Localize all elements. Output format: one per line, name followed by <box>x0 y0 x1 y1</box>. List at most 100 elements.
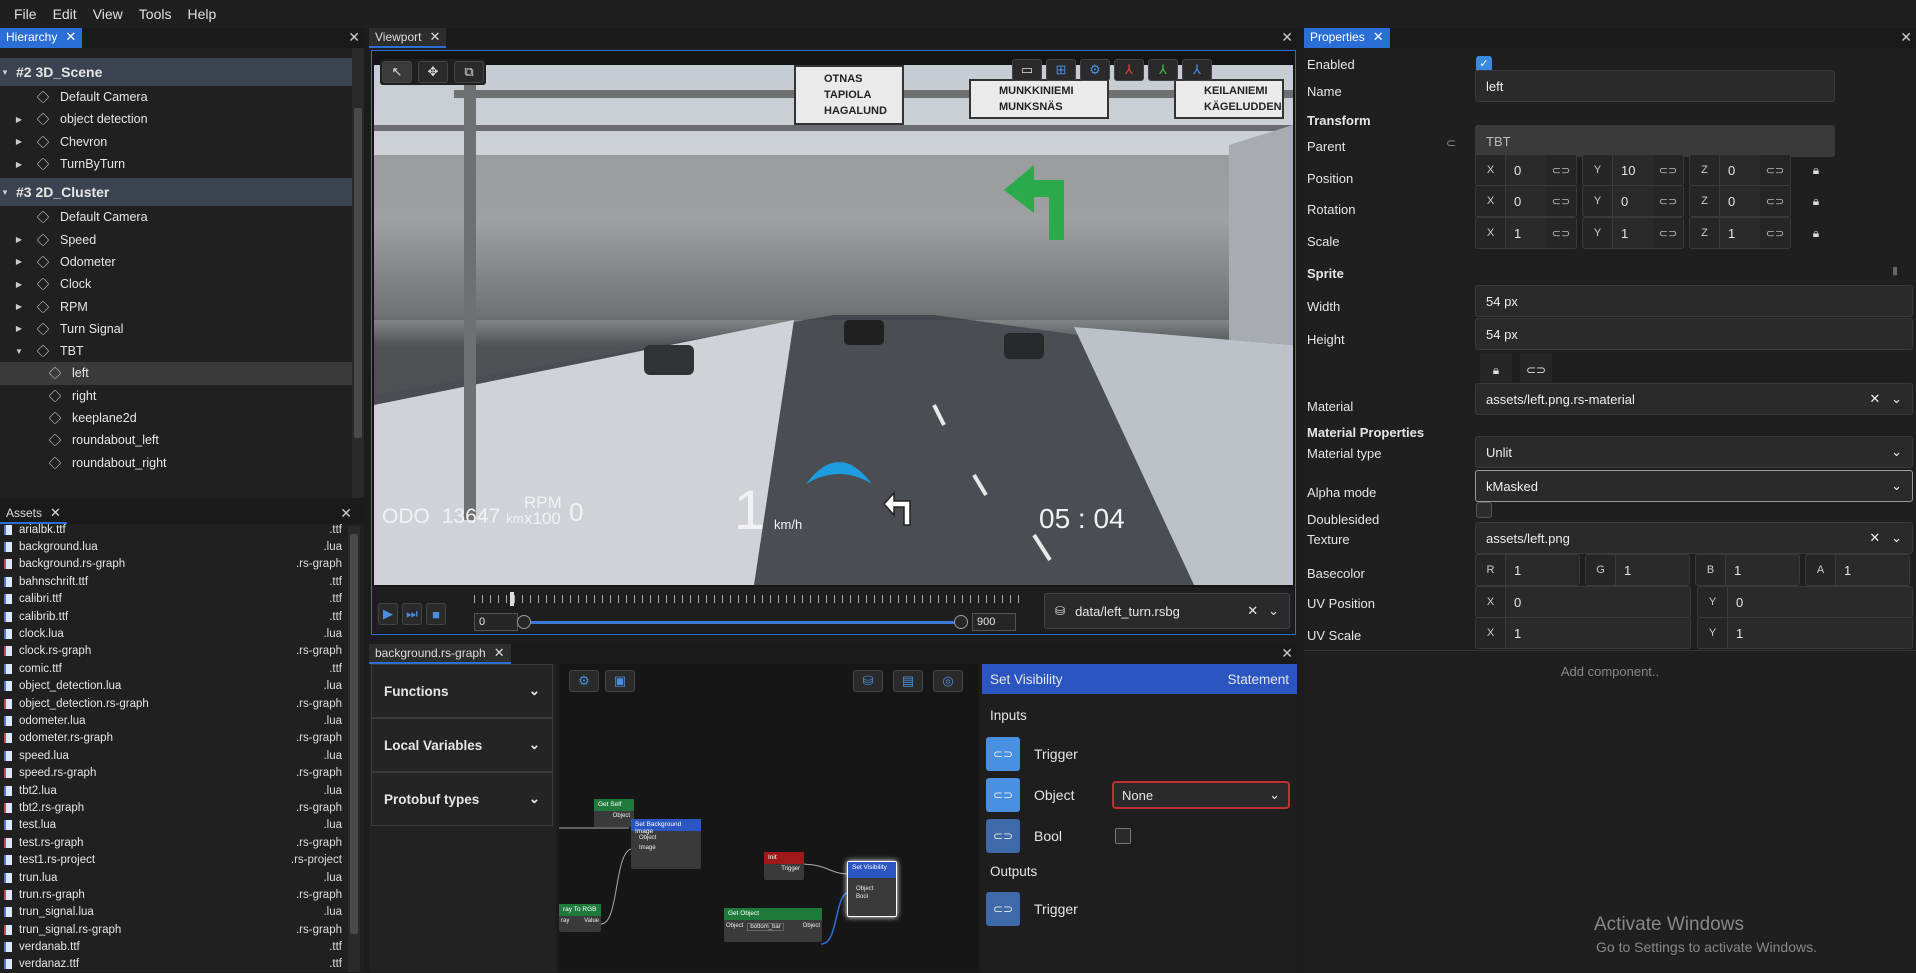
axis-value[interactable]: 1 <box>1506 555 1579 585</box>
link-icon[interactable]: ⊂⊃ <box>1546 186 1576 216</box>
play-icon[interactable]: ▶ <box>378 603 398 625</box>
uvscale-x-field[interactable]: X1 <box>1475 617 1691 649</box>
asset-item[interactable]: object_detection.lua .lua <box>0 678 364 695</box>
chevron-right-icon[interactable]: ▶ <box>14 324 24 333</box>
graph-canvas[interactable]: ⚙ ▣ ⛁ ▤ ◎ Get Self Object Set Background … <box>559 664 979 972</box>
menu-tools[interactable]: Tools <box>131 6 180 22</box>
clear-icon[interactable]: ✕ <box>1247 603 1258 619</box>
material-type-select[interactable]: Unlit ⌄ <box>1475 436 1913 468</box>
chevron-down-icon[interactable]: ⌄ <box>1268 603 1279 619</box>
asset-item[interactable]: arialbk.ttf .ttf <box>0 521 364 538</box>
position-x-field[interactable]: X 0 ⊂⊃ <box>1475 154 1577 186</box>
range-start-handle[interactable] <box>517 615 531 629</box>
node-gray-to-rgb[interactable]: ray To RGB ray Value <box>559 904 601 932</box>
asset-item[interactable]: odometer.lua .lua <box>0 712 364 729</box>
chevron-down-icon[interactable]: ▼ <box>0 188 10 197</box>
link-icon[interactable]: ⊂⊃ <box>986 778 1020 812</box>
uvpos-x-field[interactable]: X0 <box>1475 586 1691 618</box>
scale-z-field[interactable]: Z 1 ⊂⊃ <box>1689 217 1791 249</box>
tab-properties[interactable]: Properties ✕ <box>1304 28 1390 48</box>
asset-item[interactable]: odometer.rs-graph .rs-graph <box>0 730 364 747</box>
basecolor-r-field[interactable]: R1 <box>1475 554 1580 586</box>
protobuf-types-section[interactable]: Protobuf types ⌄ <box>371 772 553 826</box>
functions-section[interactable]: Functions ⌄ <box>371 664 553 718</box>
panel-close-icon[interactable]: ✕ <box>340 505 352 522</box>
tab-hierarchy[interactable]: Hierarchy ✕ <box>0 28 83 48</box>
tree-item[interactable]: ▶ Odometer <box>0 251 352 273</box>
lock-icon[interactable]: 🔒︎ <box>1800 217 1832 249</box>
close-icon[interactable]: ✕ <box>65 29 76 45</box>
height-field[interactable]: 54 px <box>1475 318 1913 350</box>
timeline-playhead[interactable] <box>510 592 514 606</box>
axis-z-icon[interactable]: ⅄ <box>1182 59 1212 81</box>
menu-edit[interactable]: Edit <box>45 6 85 22</box>
asset-item[interactable]: clock.rs-graph .rs-graph <box>0 643 364 660</box>
asset-item[interactable]: background.rs-graph .rs-graph <box>0 556 364 573</box>
tree-item[interactable]: ▼ TBT <box>0 340 352 362</box>
asset-item[interactable]: trun_signal.lua .lua <box>0 904 364 921</box>
menu-help[interactable]: Help <box>179 6 224 22</box>
link-icon[interactable]: ⊂⊃ <box>986 819 1020 853</box>
link-icon[interactable]: ⊂⊃ <box>1653 186 1683 216</box>
link-icon[interactable]: ⊂⊃ <box>1546 155 1576 185</box>
trash-icon[interactable]: ▮ <box>1892 264 1898 277</box>
assets-scrollbar[interactable] <box>348 526 360 972</box>
object-select[interactable]: None ⌄ <box>1112 781 1290 809</box>
menu-file[interactable]: File <box>6 6 45 22</box>
axis-value[interactable]: 1 <box>1613 218 1653 248</box>
link-icon[interactable]: ⊂ <box>1446 136 1456 150</box>
basecolor-b-field[interactable]: B1 <box>1695 554 1800 586</box>
asset-item[interactable]: trun.lua .lua <box>0 869 364 886</box>
axis-gizmo-icon[interactable]: ⅄ <box>1114 59 1144 81</box>
basecolor-g-field[interactable]: G1 <box>1585 554 1690 586</box>
lock-icon[interactable]: 🔒︎ <box>1800 185 1832 217</box>
link-icon[interactable]: ⊂⊃ <box>1653 155 1683 185</box>
timeline-range[interactable] <box>522 621 958 624</box>
axis-value[interactable]: 1 <box>1728 618 1912 648</box>
camera-scene[interactable]: OTNAS TAPIOLA HAGALUND MUNKKINIEMI MUNKS… <box>374 65 1293 585</box>
menu-view[interactable]: View <box>85 6 131 22</box>
asset-item[interactable]: background.lua .lua <box>0 538 364 555</box>
tree-item[interactable]: right <box>0 385 352 407</box>
chevron-down-icon[interactable]: ▼ <box>14 347 24 356</box>
timeline-start-field[interactable]: 0 <box>474 613 518 631</box>
asset-item[interactable]: verdanab.ttf .ttf <box>0 938 364 955</box>
scene-group[interactable]: ▼ #3 2D_Cluster <box>0 178 352 207</box>
chevron-right-icon[interactable]: ▶ <box>14 302 24 311</box>
tree-item[interactable]: ▶ Chevron <box>0 131 352 153</box>
lock-icon[interactable]: 🔒︎ <box>1480 354 1512 386</box>
asset-item[interactable]: tbt2.lua .lua <box>0 782 364 799</box>
axis-value[interactable]: 1 <box>1616 555 1689 585</box>
axis-value[interactable]: 10 <box>1613 155 1653 185</box>
rotation-y-field[interactable]: Y 0 ⊂⊃ <box>1582 185 1684 217</box>
tab-graph[interactable]: background.rs-graph ✕ <box>369 644 511 664</box>
node-init[interactable]: Init Trigger <box>764 852 804 880</box>
position-z-field[interactable]: Z 0 ⊂⊃ <box>1689 154 1791 186</box>
link-icon[interactable]: ⊂⊃ <box>1760 155 1790 185</box>
axis-value[interactable]: 1 <box>1726 555 1799 585</box>
alpha-mode-select[interactable]: kMasked ⌄ <box>1475 470 1913 502</box>
asset-item[interactable]: trun.rs-graph .rs-graph <box>0 886 364 903</box>
link-icon[interactable]: ⊂⊃ <box>1520 354 1552 386</box>
texture-select[interactable]: assets/left.png ✕ ⌄ <box>1475 522 1913 554</box>
tree-item[interactable]: ▶ RPM <box>0 295 352 317</box>
range-end-handle[interactable] <box>954 615 968 629</box>
tree-item[interactable]: ▶ TurnByTurn <box>0 153 352 175</box>
stop-icon[interactable]: ■ <box>426 603 446 625</box>
link-icon[interactable]: ⊂⊃ <box>986 737 1020 771</box>
axis-value[interactable]: 0 <box>1506 155 1546 185</box>
tree-item[interactable]: Default Camera <box>0 86 352 108</box>
tree-item[interactable]: ▶ object detection <box>0 108 352 130</box>
add-component-button[interactable]: Add component.. <box>1304 664 1916 679</box>
link-icon[interactable]: ⊂⊃ <box>1760 186 1790 216</box>
axis-value[interactable]: 0 <box>1613 186 1653 216</box>
panel-close-icon[interactable]: ✕ <box>1281 645 1293 662</box>
panel-close-icon[interactable]: ✕ <box>1900 29 1912 46</box>
clear-chevron-icon[interactable]: ✕ ⌄ <box>1869 530 1902 546</box>
asset-item[interactable]: test.rs-graph .rs-graph <box>0 834 364 851</box>
asset-item[interactable]: calibrib.ttf .ttf <box>0 608 364 625</box>
link-icon[interactable]: ⊂⊃ <box>1653 218 1683 248</box>
chevron-right-icon[interactable]: ▶ <box>14 235 24 244</box>
rotation-x-field[interactable]: X 0 ⊂⊃ <box>1475 185 1577 217</box>
asset-item[interactable]: comic.ttf .ttf <box>0 660 364 677</box>
